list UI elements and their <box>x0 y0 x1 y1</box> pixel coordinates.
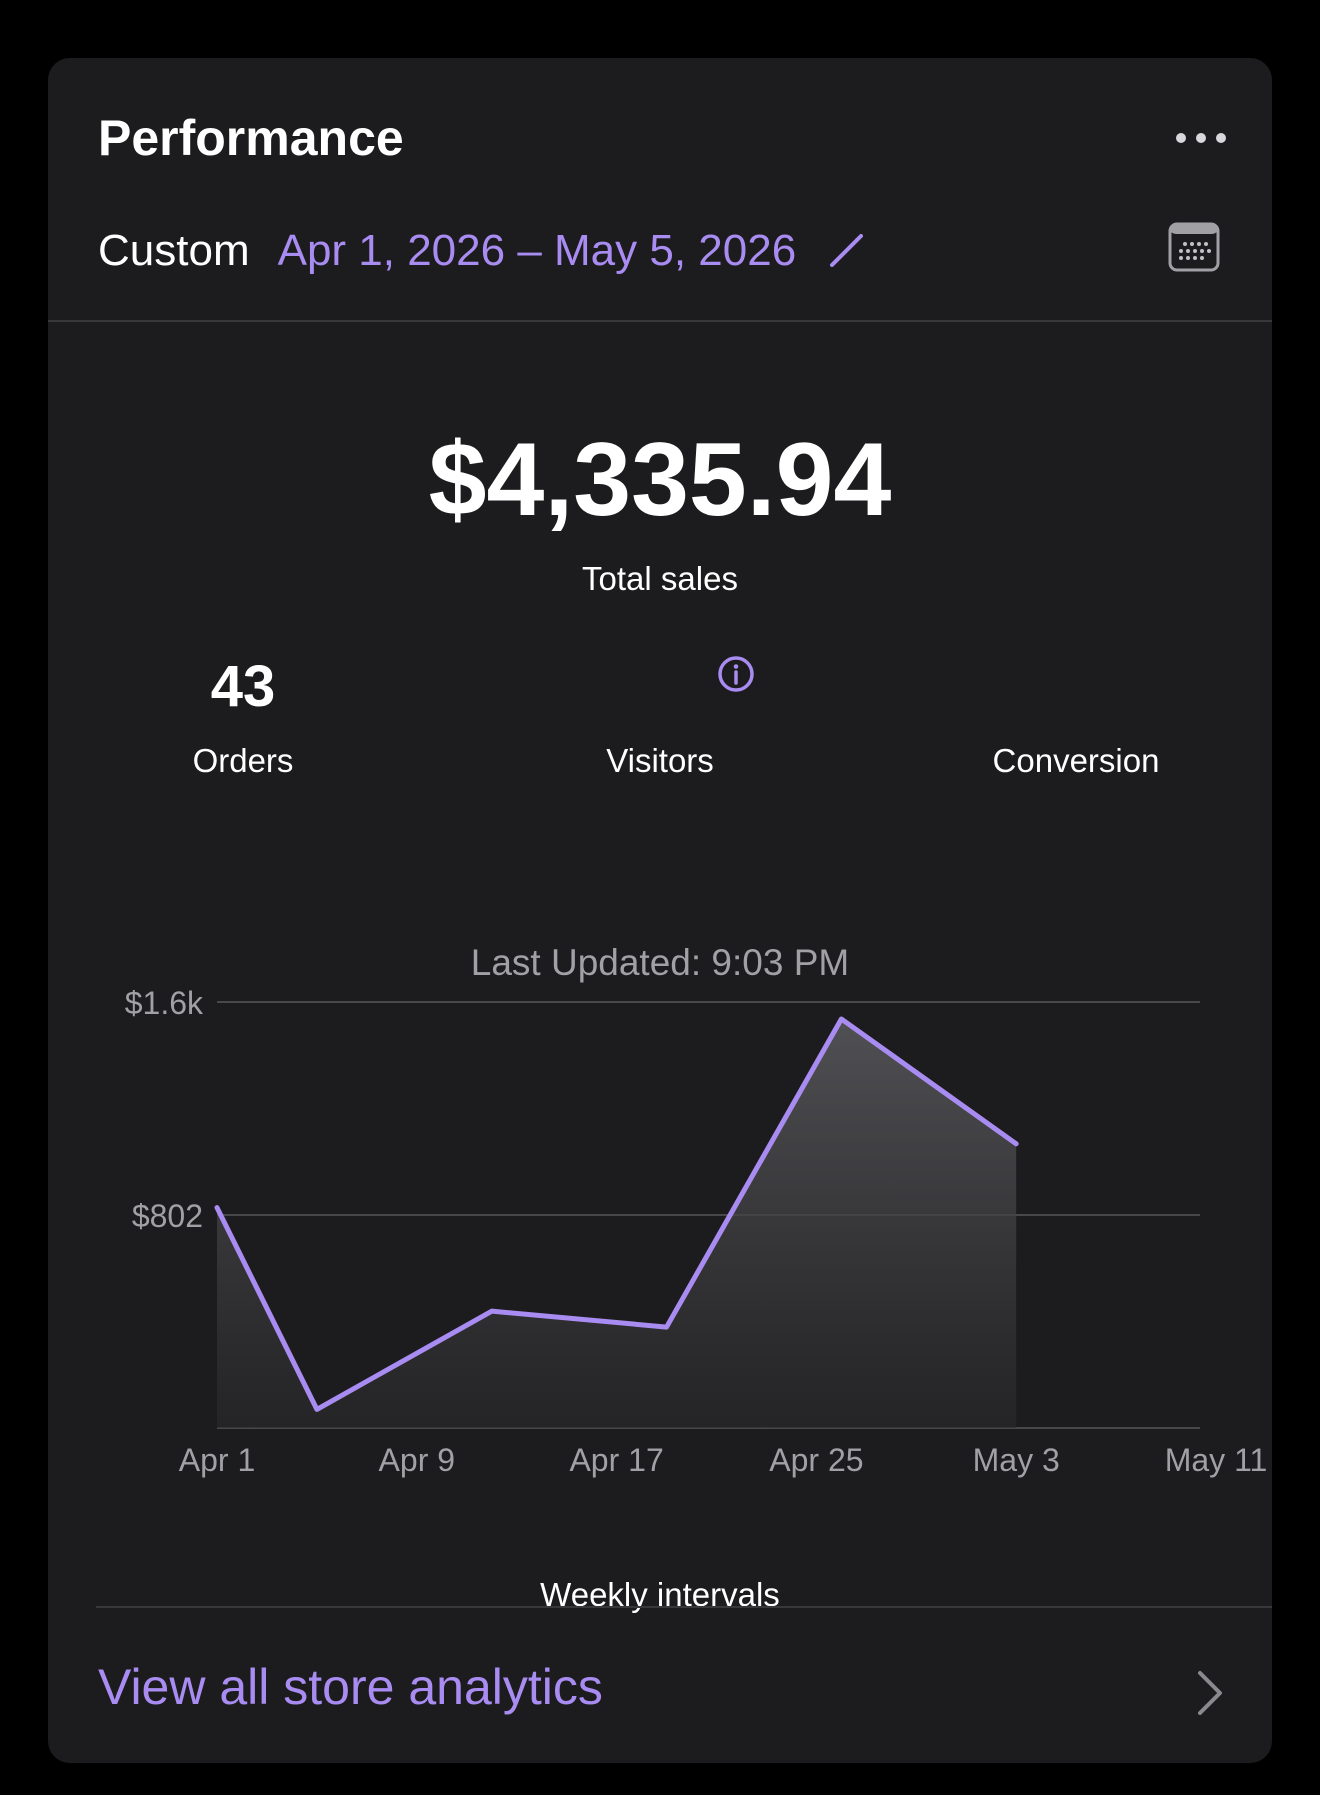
view-analytics-link[interactable]: View all store analytics <box>98 1658 603 1716</box>
performance-card: Performance Custom Apr 1, 2026 – May 5, … <box>48 58 1272 1763</box>
y-tick-label: $802 <box>132 1198 203 1234</box>
footer-divider <box>96 1606 1272 1608</box>
chart-area-fill <box>217 1018 1017 1428</box>
x-tick-label: Apr 1 <box>179 1442 255 1478</box>
x-tick-label: May 3 <box>973 1442 1060 1478</box>
chevron-right-icon[interactable] <box>1194 1668 1224 1718</box>
x-tick-label: Apr 25 <box>769 1442 863 1478</box>
y-tick-label: $1.6k <box>125 985 204 1021</box>
x-tick-label: May 11 <box>1165 1442 1268 1478</box>
x-tick-label: Apr 17 <box>569 1442 663 1478</box>
x-tick-label: Apr 9 <box>379 1442 455 1478</box>
chart-x-axis-label: Weekly intervals <box>540 1576 780 1613</box>
sales-chart: $1.6k $802 Apr 1 Apr 9 Apr 17 Apr 25 May 3 May… <box>125 985 1268 1478</box>
